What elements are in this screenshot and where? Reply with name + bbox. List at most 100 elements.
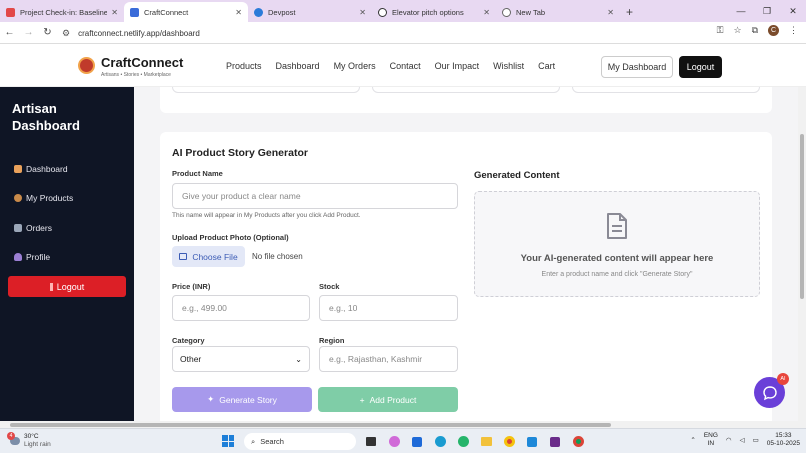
language-indicator[interactable]: ENG IN bbox=[704, 432, 718, 448]
close-window-icon[interactable]: ✕ bbox=[780, 0, 806, 22]
tab-title: Project Check-in: Baseline Tools bbox=[20, 7, 108, 17]
weather-widget[interactable]: 4 30°C Light rain bbox=[7, 432, 51, 449]
generator-title: AI Product Story Generator bbox=[172, 147, 308, 159]
bookmark-star-icon[interactable]: ☆ bbox=[733, 25, 741, 36]
horizontal-scroll-thumb[interactable] bbox=[10, 423, 611, 427]
nav-wishlist[interactable]: Wishlist bbox=[493, 61, 524, 71]
edge-icon[interactable] bbox=[431, 433, 449, 450]
product-name-hint: This name will appear in My Products aft… bbox=[172, 212, 361, 219]
tab-devpost[interactable]: Devpost ✕ bbox=[248, 2, 372, 22]
site-info-icon[interactable]: ⚙ bbox=[62, 28, 70, 39]
password-key-icon[interactable]: ⚿ bbox=[717, 25, 724, 36]
chatgpt-icon bbox=[378, 7, 387, 17]
chat-button[interactable]: AI bbox=[754, 373, 789, 408]
winrar-icon[interactable] bbox=[546, 433, 564, 450]
add-product-button[interactable]: + Add Product bbox=[318, 387, 458, 412]
taskbar-search[interactable]: ⌕ Search bbox=[244, 433, 356, 450]
sidebar-item-orders[interactable]: Orders bbox=[14, 223, 52, 233]
time: 15:33 bbox=[775, 432, 792, 439]
horizontal-scrollbar[interactable] bbox=[0, 421, 806, 428]
clock[interactable]: 15:33 05-10-2025 bbox=[767, 432, 800, 448]
taskbar: 4 30°C Light rain ⌕ Search ⌃ ENG IN ◠ ◁ … bbox=[0, 428, 806, 453]
tab-craftconnect[interactable]: CraftConnect ✕ bbox=[124, 2, 248, 22]
package-icon bbox=[14, 194, 22, 202]
sparkle-icon: ✦ bbox=[207, 394, 215, 404]
choose-file-label: Choose File bbox=[192, 251, 238, 262]
volume-icon[interactable]: ◁ bbox=[740, 436, 745, 444]
nav-our-impact[interactable]: Our Impact bbox=[435, 61, 480, 71]
ai-badge: AI bbox=[777, 373, 789, 385]
brand-name[interactable]: CraftConnect bbox=[101, 55, 183, 70]
extensions-icon[interactable]: ⧉ bbox=[752, 25, 758, 36]
product-name-label: Product Name bbox=[172, 169, 223, 178]
sidebar-item-profile[interactable]: Profile bbox=[14, 252, 50, 262]
region-input[interactable]: e.g., Rajasthan, Kashmir bbox=[319, 346, 458, 372]
minimize-icon[interactable]: — bbox=[728, 0, 754, 22]
close-icon[interactable]: ✕ bbox=[483, 8, 490, 17]
plus-icon: + bbox=[359, 394, 365, 405]
profile-avatar[interactable]: C bbox=[768, 25, 779, 36]
battery-icon[interactable]: ▭ bbox=[753, 436, 759, 444]
stock-input[interactable]: e.g., 10 bbox=[319, 295, 458, 321]
craftconnect-logo-icon[interactable] bbox=[78, 57, 95, 74]
sidebar-item-my-products[interactable]: My Products bbox=[14, 193, 73, 203]
tab-project-checkin[interactable]: Project Check-in: Baseline Tools ✕ bbox=[0, 2, 124, 22]
close-icon[interactable]: ✕ bbox=[235, 8, 242, 17]
store-icon[interactable] bbox=[408, 433, 426, 450]
chevron-up-icon[interactable]: ⌃ bbox=[690, 436, 695, 444]
window-controls: — ❐ ✕ bbox=[728, 0, 806, 22]
stat-card bbox=[372, 87, 560, 93]
chevron-down-icon: ⌄ bbox=[295, 354, 302, 364]
sidebar-logout-button[interactable]: Logout bbox=[8, 276, 126, 297]
tab-new-tab[interactable]: New Tab ✕ bbox=[496, 2, 620, 22]
reload-icon[interactable]: ↻ bbox=[38, 27, 57, 38]
nav-my-orders[interactable]: My Orders bbox=[334, 61, 376, 71]
nav-dashboard[interactable]: Dashboard bbox=[276, 61, 320, 71]
tab-title: New Tab bbox=[516, 7, 546, 17]
back-icon[interactable]: ← bbox=[0, 27, 19, 38]
close-icon[interactable]: ✕ bbox=[111, 8, 118, 17]
sidebar-title-line1: Artisan bbox=[12, 101, 57, 116]
sidebar-item-dashboard[interactable]: Dashboard bbox=[14, 164, 68, 174]
forward-icon[interactable]: → bbox=[19, 27, 38, 38]
address-bar-row: ← → ↻ ⚙ craftconnect.netlify.app/dashboa… bbox=[0, 22, 806, 44]
tab-elevator-pitch[interactable]: Elevator pitch options ✕ bbox=[372, 2, 496, 22]
sidebar-item-label: Orders bbox=[26, 223, 52, 233]
nav-products[interactable]: Products bbox=[226, 61, 262, 71]
nav-contact[interactable]: Contact bbox=[390, 61, 421, 71]
my-dashboard-button[interactable]: My Dashboard bbox=[601, 56, 673, 78]
price-input[interactable]: e.g., 499.00 bbox=[172, 295, 310, 321]
new-tab-button[interactable]: + bbox=[626, 2, 633, 22]
vertical-scrollbar[interactable] bbox=[798, 87, 806, 421]
generate-story-label: Generate Story bbox=[219, 394, 277, 405]
start-icon[interactable] bbox=[222, 435, 234, 447]
date: 05-10-2025 bbox=[766, 440, 800, 447]
generate-story-button[interactable]: ✦ Generate Story bbox=[172, 387, 312, 412]
vertical-scroll-thumb[interactable] bbox=[800, 134, 804, 299]
wifi-icon[interactable]: ◠ bbox=[726, 436, 732, 444]
category-select[interactable]: Other ⌄ bbox=[172, 346, 310, 372]
choose-file-button[interactable]: Choose File bbox=[172, 246, 245, 267]
chrome-icon bbox=[502, 7, 511, 17]
header-logout-button[interactable]: Logout bbox=[679, 56, 722, 78]
brand-tagline: Artisans • Stories • Marketplace bbox=[101, 72, 171, 78]
product-name-input[interactable]: Give your product a clear name bbox=[172, 183, 458, 209]
task-view-icon[interactable] bbox=[362, 433, 380, 450]
search-icon: ⌕ bbox=[251, 436, 256, 446]
vscode-icon[interactable] bbox=[523, 433, 541, 450]
user-icon bbox=[14, 253, 22, 261]
close-icon[interactable]: ✕ bbox=[607, 8, 614, 17]
url-field[interactable]: ⚙ craftconnect.netlify.app/dashboard bbox=[62, 25, 742, 41]
system-tray: ⌃ ENG IN ◠ ◁ ▭ 15:33 05-10-2025 bbox=[690, 432, 800, 448]
main-nav: Products Dashboard My Orders Contact Our… bbox=[226, 61, 555, 71]
whatsapp-icon[interactable] bbox=[454, 433, 472, 450]
menu-dots-icon[interactable]: ⋮ bbox=[789, 25, 798, 36]
file-explorer-icon[interactable] bbox=[477, 433, 495, 450]
nav-cart[interactable]: Cart bbox=[538, 61, 555, 71]
close-icon[interactable]: ✕ bbox=[359, 8, 366, 17]
restore-icon[interactable]: ❐ bbox=[754, 0, 780, 22]
sidebar: Artisan Dashboard Dashboard My Products … bbox=[0, 87, 134, 421]
chrome-active-icon[interactable] bbox=[569, 433, 587, 450]
chrome-icon[interactable] bbox=[500, 433, 518, 450]
copilot-icon[interactable] bbox=[385, 433, 403, 450]
